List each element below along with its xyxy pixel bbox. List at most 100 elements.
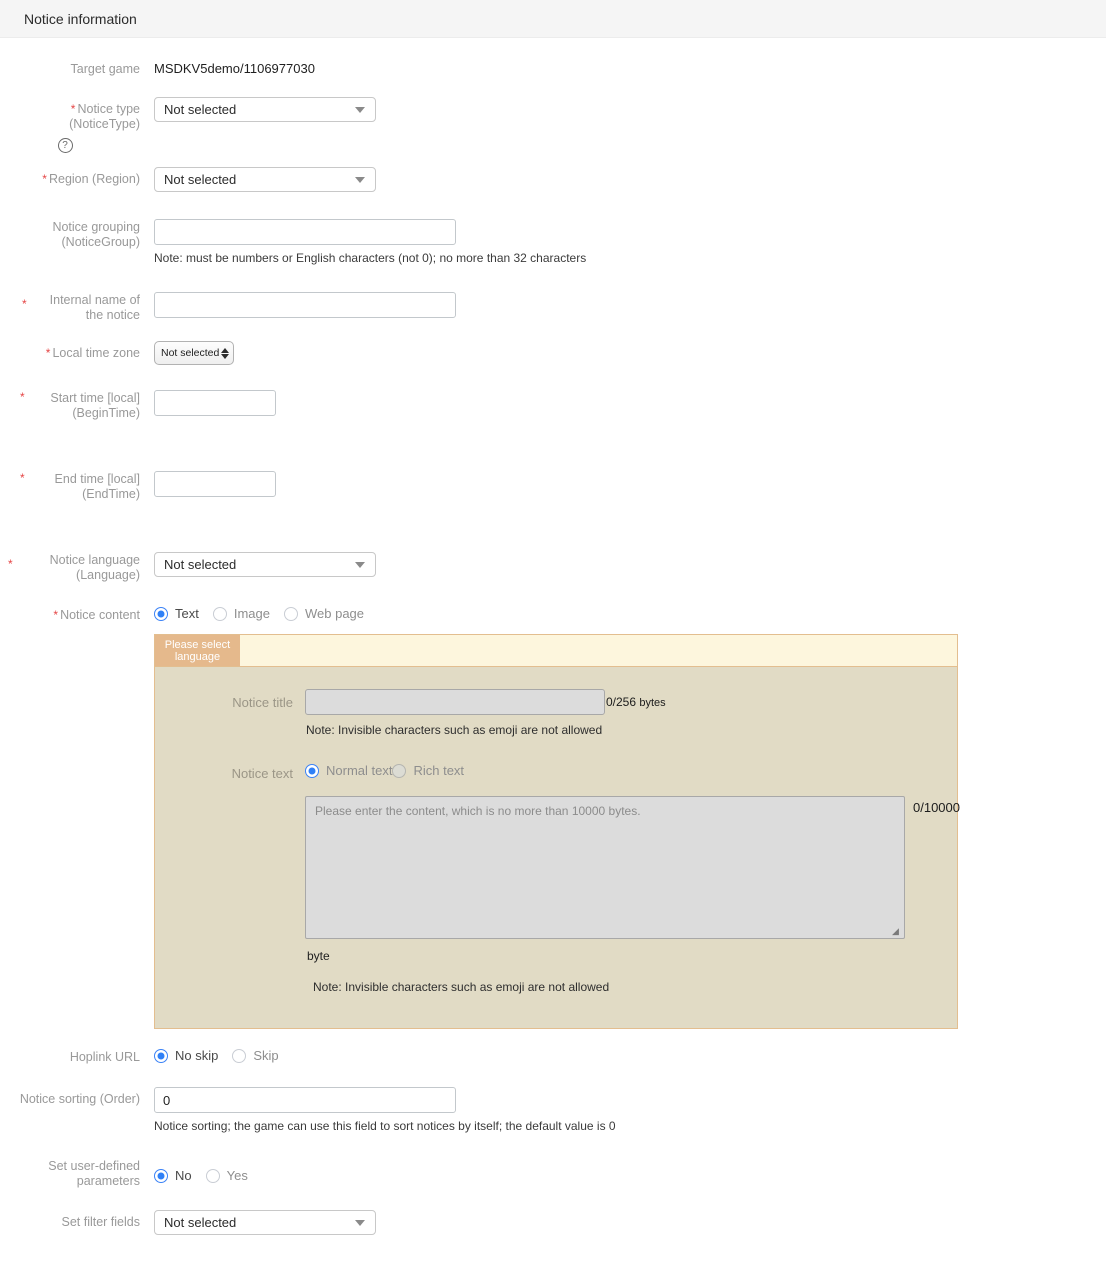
- field-filter-fields: Not selected: [148, 1210, 1106, 1235]
- chevron-down-icon: [355, 106, 365, 113]
- field-end-time: [148, 471, 1106, 497]
- label-region: * Region (Region): [0, 167, 148, 187]
- notice-language-value: Not selected: [164, 557, 237, 572]
- radio-notice-content-image[interactable]: Image: [212, 606, 270, 621]
- resize-handle-icon[interactable]: ◢: [892, 927, 902, 937]
- radio-dot-icon: [154, 1168, 168, 1183]
- filter-fields-value: Not selected: [164, 1215, 237, 1230]
- field-begin-time: [148, 390, 1106, 416]
- notice-type-help-wrap: ?: [0, 132, 148, 153]
- notice-information-form: Target game MSDKV5demo/1106977030 * Notic…: [0, 38, 1106, 1235]
- notice-order-input[interactable]: 0: [154, 1087, 456, 1113]
- chevron-down-icon: [355, 1219, 365, 1226]
- notice-type-select[interactable]: Not selected: [154, 97, 376, 122]
- radio-label: Web page: [304, 606, 365, 621]
- radio-notice-content-webpage[interactable]: Web page: [283, 606, 365, 621]
- label-notice-grouping-line1: Notice grouping: [52, 220, 140, 234]
- row-filter-fields: Set filter fields Not selected: [0, 1210, 1106, 1235]
- row-notice-type-help: ?: [0, 132, 1106, 153]
- tab-label-line1: Please select: [164, 638, 231, 651]
- label-end-time: * End time [local] (EndTime): [0, 471, 148, 502]
- notice-order-note: Notice sorting; the game can use this fi…: [154, 1119, 616, 1133]
- label-notice-language-line1: Notice language: [49, 553, 140, 567]
- filter-fields-select[interactable]: Not selected: [154, 1210, 376, 1235]
- field-region: Not selected: [148, 167, 1106, 192]
- label-notice-type: * Notice type (NoticeType): [0, 97, 148, 132]
- label-notice-grouping: Notice grouping (NoticeGroup): [0, 219, 148, 250]
- internal-name-input[interactable]: [154, 292, 456, 318]
- radio-notice-text-normal[interactable]: Normal text: [305, 763, 392, 778]
- field-target-game: MSDKV5demo/1106977030: [148, 57, 1106, 76]
- label-target-game-text: Target game: [70, 62, 140, 76]
- notice-language-select[interactable]: Not selected: [154, 552, 376, 577]
- notice-order-value: 0: [163, 1092, 171, 1108]
- region-select[interactable]: Not selected: [154, 167, 376, 192]
- label-notice-order: Notice sorting (Order): [0, 1087, 148, 1107]
- label-notice-order-text: Notice sorting (Order): [19, 1092, 140, 1106]
- required-marker: *: [20, 471, 25, 485]
- notice-text-textarea[interactable]: Please enter the content, which is no mo…: [305, 796, 905, 939]
- field-internal-name: [148, 292, 1106, 318]
- end-time-input[interactable]: [154, 471, 276, 497]
- tab-please-select-language[interactable]: Please select language: [155, 635, 240, 666]
- row-notice-text: Notice text Normal text Rich text Please…: [155, 760, 960, 994]
- required-marker: *: [20, 390, 25, 404]
- notice-title-input[interactable]: [305, 689, 605, 715]
- hoplink-url-radio-group: No skip Skip: [154, 1045, 1106, 1063]
- label-filter-fields-text: Set filter fields: [61, 1215, 140, 1229]
- notice-text-counter: 0/10000: [913, 800, 960, 815]
- radio-label: No: [175, 1168, 192, 1183]
- label-notice-type-text: Notice type (NoticeType): [69, 102, 140, 131]
- label-hoplink-url: Hoplink URL: [0, 1045, 148, 1065]
- radio-dot-icon: [212, 606, 227, 621]
- row-end-time: * End time [local] (EndTime): [0, 471, 1106, 502]
- field-hoplink-url: No skip Skip: [148, 1045, 1106, 1063]
- label-internal-name: * Internal name of the notice: [0, 292, 148, 323]
- language-panel-body: Notice title 0/256 bytes Note: Invisible…: [155, 667, 960, 1028]
- label-filter-fields: Set filter fields: [0, 1210, 148, 1230]
- field-notice-text: Normal text Rich text Please enter the c…: [305, 760, 960, 994]
- label-hoplink-url-text: Hoplink URL: [69, 1050, 140, 1064]
- field-notice-content: Text Image Web page: [148, 603, 1106, 621]
- radio-notice-content-text[interactable]: Text: [154, 606, 199, 621]
- region-value: Not selected: [164, 172, 237, 187]
- row-target-game: Target game MSDKV5demo/1106977030: [0, 57, 1106, 77]
- radio-label: Skip: [253, 1048, 279, 1063]
- local-time-zone-select[interactable]: Not selected: [154, 341, 235, 365]
- notice-title-counter-unit: bytes: [639, 697, 666, 709]
- chevron-down-icon: [355, 561, 365, 568]
- target-game-value: MSDKV5demo/1106977030: [154, 61, 315, 76]
- row-internal-name: * Internal name of the notice: [0, 292, 1106, 323]
- radio-hoplink-skip[interactable]: Skip: [232, 1048, 279, 1063]
- label-local-time-zone: * Local time zone: [0, 341, 148, 361]
- row-begin-time: * Start time [local] (BeginTime): [0, 390, 1106, 421]
- notice-grouping-input[interactable]: [154, 219, 456, 245]
- radio-notice-text-rich[interactable]: Rich text: [392, 763, 464, 778]
- label-user-defined-params: Set user-defined parameters: [0, 1155, 148, 1189]
- required-marker: *: [42, 172, 47, 186]
- help-circle-icon[interactable]: ?: [57, 138, 73, 153]
- radio-hoplink-no-skip[interactable]: No skip: [154, 1048, 218, 1063]
- field-local-time-zone: Not selected: [148, 341, 1106, 365]
- radio-user-defined-no[interactable]: No: [154, 1168, 192, 1183]
- radio-user-defined-yes[interactable]: Yes: [205, 1168, 248, 1183]
- radio-label: Text: [175, 606, 199, 621]
- required-marker: *: [45, 346, 51, 360]
- label-internal-name-line1: Internal name of: [49, 293, 140, 307]
- notice-text-byte-label: byte: [307, 949, 330, 963]
- label-begin-time: * Start time [local] (BeginTime): [0, 390, 148, 421]
- row-notice-order: Notice sorting (Order) 0 Notice sorting;…: [0, 1087, 1106, 1134]
- radio-dot-icon: [305, 763, 319, 778]
- begin-time-input[interactable]: [154, 390, 276, 416]
- field-user-defined-params: No Yes: [148, 1155, 1106, 1183]
- label-notice-content-text: Notice content: [60, 608, 140, 622]
- label-target-game: Target game: [0, 57, 148, 77]
- field-notice-title: 0/256 bytes Note: Invisible characters s…: [305, 689, 957, 737]
- row-notice-content: * Notice content Text Image Web page: [0, 603, 1106, 623]
- label-internal-name-line2: the notice: [85, 308, 140, 322]
- row-notice-type: * Notice type (NoticeType) Not selected: [0, 97, 1106, 132]
- panel-header: Notice information: [0, 0, 1106, 38]
- notice-content-radio-group: Text Image Web page: [154, 603, 1106, 621]
- field-notice-type: Not selected: [148, 97, 1106, 122]
